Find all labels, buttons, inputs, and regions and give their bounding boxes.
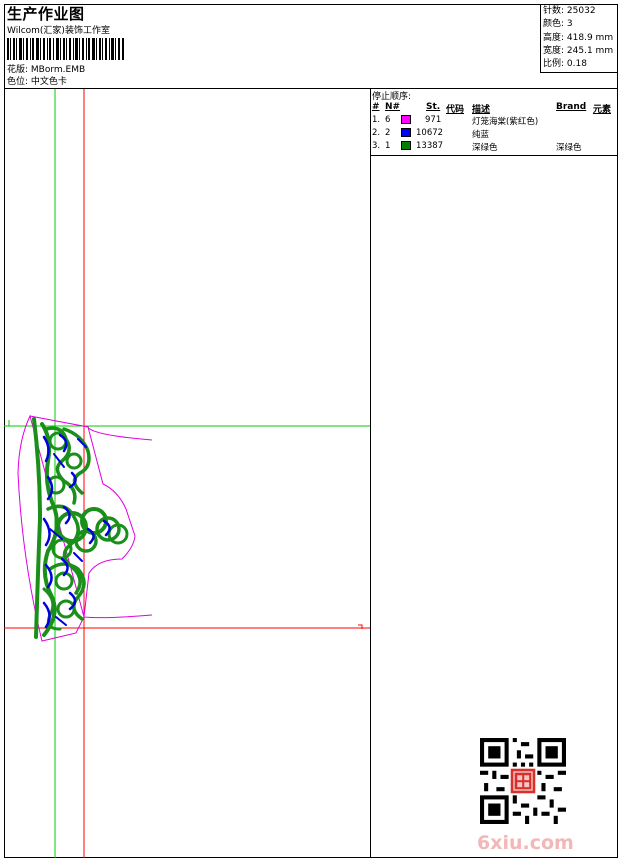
- studio-name: Wilcom(汇家)装饰工作室: [7, 26, 110, 36]
- panel-divider: [371, 155, 618, 156]
- col-element: 元素: [593, 105, 612, 115]
- color-swatch: [401, 115, 411, 124]
- barcode: [7, 38, 124, 60]
- color-label: 色位:: [7, 77, 29, 87]
- design-canvas: [4, 89, 370, 858]
- col-st: St.: [426, 102, 441, 112]
- stat-stitches: 针数: 25032: [543, 6, 596, 16]
- stat-width: 宽度: 245.1 mm: [543, 45, 614, 56]
- color-chart: 色位: 中文色卡: [7, 74, 67, 87]
- stop-sequence-rows: 1. 6 971 灯笼海棠(紫红色) 2. 2 10672 纯蓝 3. 1 13…: [371, 115, 618, 154]
- color-swatch: [401, 128, 411, 137]
- col-desc: 描述: [472, 105, 491, 115]
- page-title: 生产作业图: [7, 5, 85, 23]
- stop-sequence-title: 停止顺序:: [372, 92, 412, 102]
- col-code: 代码: [446, 105, 465, 115]
- header: 生产作业图 Wilcom(汇家)装饰工作室 花版: MBorm.EMB 色位: …: [4, 4, 618, 89]
- stats-box: 针数: 25032 颜色: 3 高度: 418.9 mm 宽度: 245.1 m…: [540, 4, 618, 73]
- stat-scale: 比例: 0.18: [543, 59, 587, 70]
- color-swatch: [401, 141, 411, 150]
- col-n: N#: [385, 102, 401, 112]
- color-value: 中文色卡: [30, 77, 67, 87]
- col-num: #: [372, 102, 380, 112]
- table-row: 3. 1 13387 深绿色 深绿色: [372, 141, 582, 153]
- stat-height: 高度: 418.9 mm: [543, 32, 614, 43]
- col-brand: Brand: [556, 102, 587, 112]
- watermark: 6xiu.com: [477, 832, 574, 854]
- stop-sequence-header: # N# St. 代码 描述 Brand 元素: [371, 102, 618, 116]
- table-row: 1. 6 971 灯笼海棠(紫红色): [372, 115, 539, 127]
- table-row: 2. 2 10672 纯蓝: [372, 128, 490, 140]
- stat-colors: 颜色: 3: [543, 19, 573, 30]
- guide-mark-start: [8, 420, 13, 427]
- qr-code: [480, 738, 566, 824]
